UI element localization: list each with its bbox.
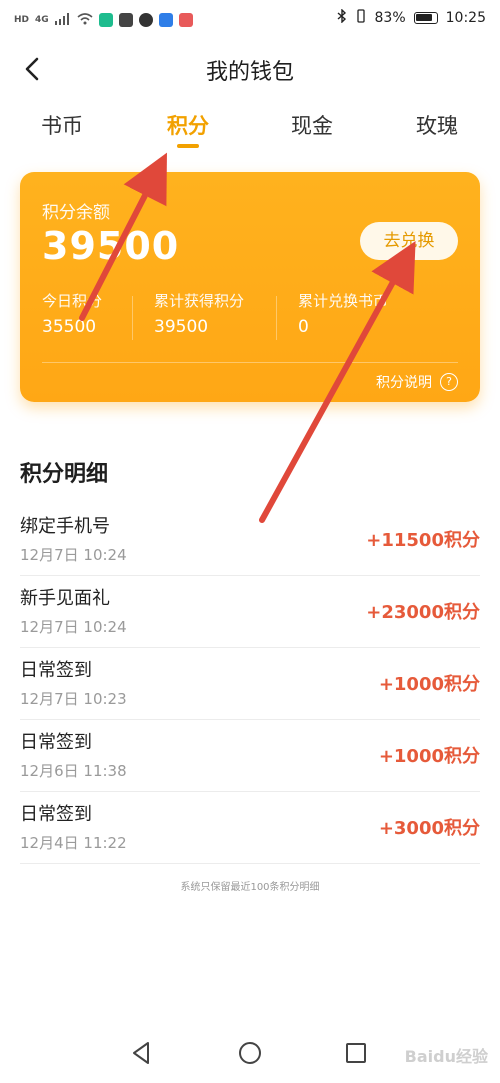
list-item: 日常签到 12月7日 10:23 +1000积分 bbox=[20, 648, 480, 720]
item-points: +1000积分 bbox=[378, 746, 480, 767]
circle-home-icon bbox=[239, 1042, 261, 1064]
item-title: 日常签到 bbox=[20, 732, 92, 753]
status-bar: HD 4G 83% 10:25 bbox=[0, 0, 500, 38]
item-title: 绑定手机号 bbox=[20, 516, 110, 537]
stat-divider bbox=[132, 296, 133, 340]
points-card: 积分余额 39500 去兑换 今日积分 35500 累计获得积分 39500 累… bbox=[20, 172, 480, 402]
clock: 10:25 bbox=[445, 10, 486, 26]
nav-back-button[interactable] bbox=[128, 1039, 156, 1067]
status-left: HD 4G bbox=[14, 10, 193, 29]
item-time: 12月4日 11:22 bbox=[20, 834, 127, 852]
nav-recent-button[interactable] bbox=[342, 1039, 370, 1067]
points-detail-list: 绑定手机号 12月7日 10:24 +11500积分 新手见面礼 12月7日 1… bbox=[20, 504, 480, 864]
app-icon-blue bbox=[158, 12, 173, 27]
item-time: 12月7日 10:23 bbox=[20, 690, 127, 708]
item-time: 12月7日 10:24 bbox=[20, 546, 127, 564]
tab-roses[interactable]: 玫瑰 bbox=[397, 110, 477, 140]
item-time: 12月7日 10:24 bbox=[20, 618, 127, 636]
stat-divider bbox=[276, 296, 277, 340]
status-right: 83% 10:25 bbox=[337, 8, 486, 27]
square-recent-icon bbox=[346, 1043, 366, 1063]
page-header: 我的钱包 bbox=[0, 46, 500, 92]
app-icon-dark bbox=[118, 12, 133, 27]
battery-icon bbox=[413, 12, 438, 24]
item-title: 日常签到 bbox=[20, 804, 92, 825]
tab-book-coins[interactable]: 书币 bbox=[22, 110, 102, 140]
list-item: 日常签到 12月4日 11:22 +3000积分 bbox=[20, 792, 480, 864]
battery-percent: 83% bbox=[374, 10, 406, 26]
hd-badge: HD bbox=[14, 14, 30, 25]
item-title: 新手见面礼 bbox=[20, 588, 110, 609]
balance-label: 积分余额 bbox=[42, 203, 110, 223]
explain-label: 积分说明 bbox=[376, 375, 432, 391]
tab-points[interactable]: 积分 bbox=[148, 110, 228, 140]
stat-total-earned: 累计获得积分 39500 bbox=[154, 290, 244, 337]
page-title: 我的钱包 bbox=[205, 60, 294, 85]
signal-icon bbox=[54, 10, 71, 29]
stat-label: 累计获得积分 bbox=[154, 292, 245, 310]
stat-value: 0 bbox=[298, 317, 309, 337]
wifi-icon bbox=[77, 10, 93, 29]
stat-value: 35500 bbox=[42, 317, 97, 337]
item-points: +11500积分 bbox=[366, 530, 480, 551]
retention-note: 系统只保留最近100条积分明细 bbox=[180, 882, 320, 893]
watermark: Baidu经验 bbox=[404, 1047, 488, 1066]
tab-cash[interactable]: 现金 bbox=[272, 110, 352, 140]
app-icon-red bbox=[178, 12, 193, 27]
vibrate-icon bbox=[355, 9, 367, 27]
item-time: 12月6日 11:38 bbox=[20, 762, 127, 780]
item-points: +23000积分 bbox=[366, 602, 480, 623]
item-points: +1000积分 bbox=[378, 674, 480, 695]
triangle-back-icon bbox=[133, 1042, 149, 1064]
stat-value: 39500 bbox=[154, 317, 209, 337]
app-icon-green bbox=[98, 12, 113, 27]
list-item: 新手见面礼 12月7日 10:24 +23000积分 bbox=[20, 576, 480, 648]
network-badge: 4G bbox=[35, 14, 49, 25]
card-divider bbox=[42, 362, 458, 363]
list-item: 绑定手机号 12月7日 10:24 +11500积分 bbox=[20, 504, 480, 576]
exchange-button[interactable]: 去兑换 bbox=[360, 222, 458, 260]
question-circle-icon: ? bbox=[440, 373, 458, 391]
stat-label: 累计兑换书币 bbox=[298, 292, 389, 310]
list-item: 日常签到 12月6日 11:38 +1000积分 bbox=[20, 720, 480, 792]
qq-icon bbox=[138, 12, 153, 27]
points-explain-link[interactable]: 积分说明 ? bbox=[376, 372, 458, 392]
details-title: 积分明细 bbox=[20, 462, 109, 487]
item-points: +3000积分 bbox=[378, 818, 480, 839]
wallet-tabs: 书币 积分 现金 玫瑰 bbox=[0, 104, 500, 154]
stat-label: 今日积分 bbox=[42, 292, 103, 310]
points-balance: 39500 bbox=[42, 224, 180, 268]
nav-home-button[interactable] bbox=[236, 1039, 264, 1067]
item-title: 日常签到 bbox=[20, 660, 92, 681]
bluetooth-icon bbox=[337, 8, 347, 27]
stat-total-exchanged: 累计兑换书币 0 bbox=[298, 290, 388, 337]
stat-today: 今日积分 35500 bbox=[42, 290, 102, 337]
active-tab-indicator bbox=[177, 144, 199, 148]
